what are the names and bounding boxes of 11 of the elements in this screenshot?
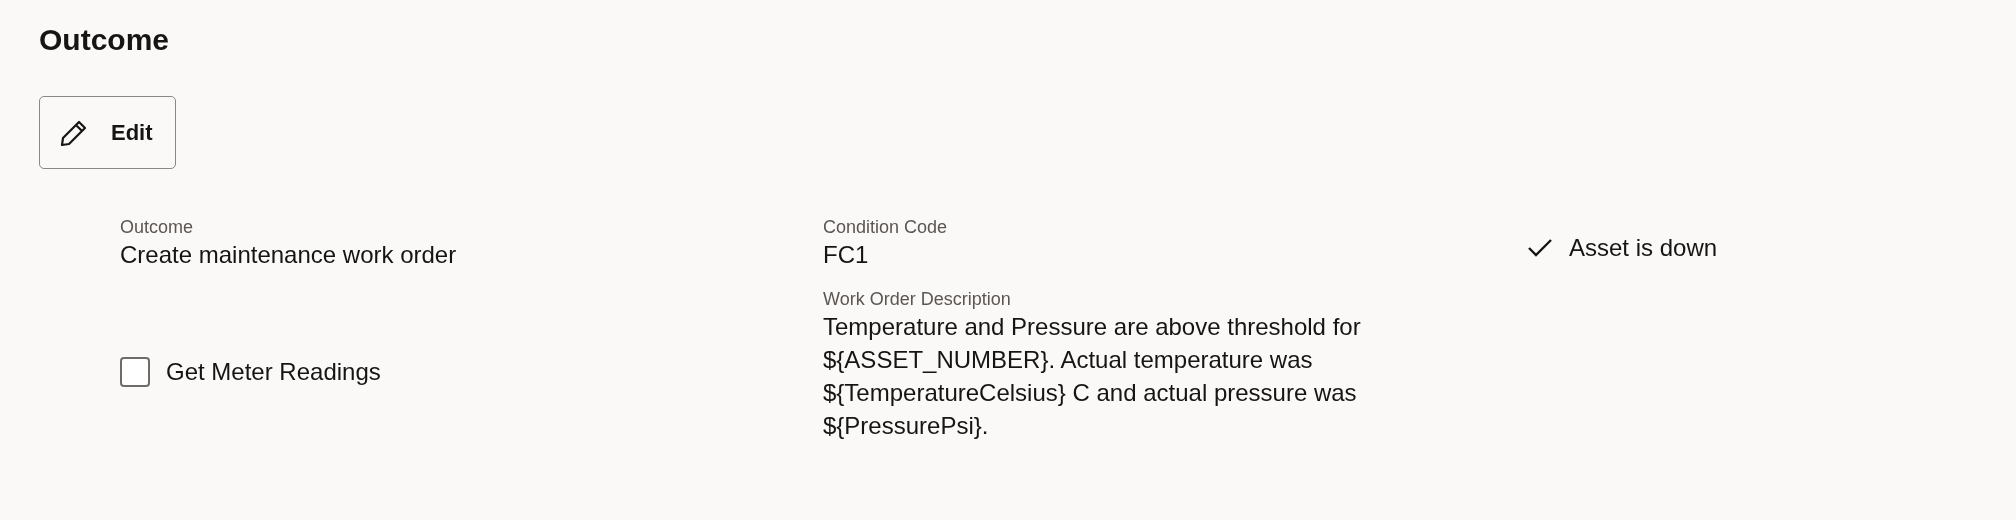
field-label: Outcome bbox=[120, 217, 195, 239]
field-value: Create maintenance work order bbox=[120, 239, 458, 270]
field-label: Work Order Description bbox=[823, 289, 1012, 312]
edit-button[interactable]: Edit bbox=[39, 96, 176, 169]
section-title: Outcome bbox=[39, 22, 171, 58]
field-label: Condition Code bbox=[823, 217, 949, 239]
checkbox-label: Get Meter Readings bbox=[166, 357, 381, 387]
field-value: Temperature and Pressure are above threshold for ${ASSET_NUMBER}. Actual temperature was ${TemperatureCelsius} C and actual pressure was ${PressurePsi}. bbox=[823, 312, 1362, 441]
checkbox[interactable] bbox=[120, 357, 150, 387]
field-value: FC1 bbox=[823, 239, 870, 270]
flag-label: Asset is down bbox=[1569, 233, 1718, 264]
